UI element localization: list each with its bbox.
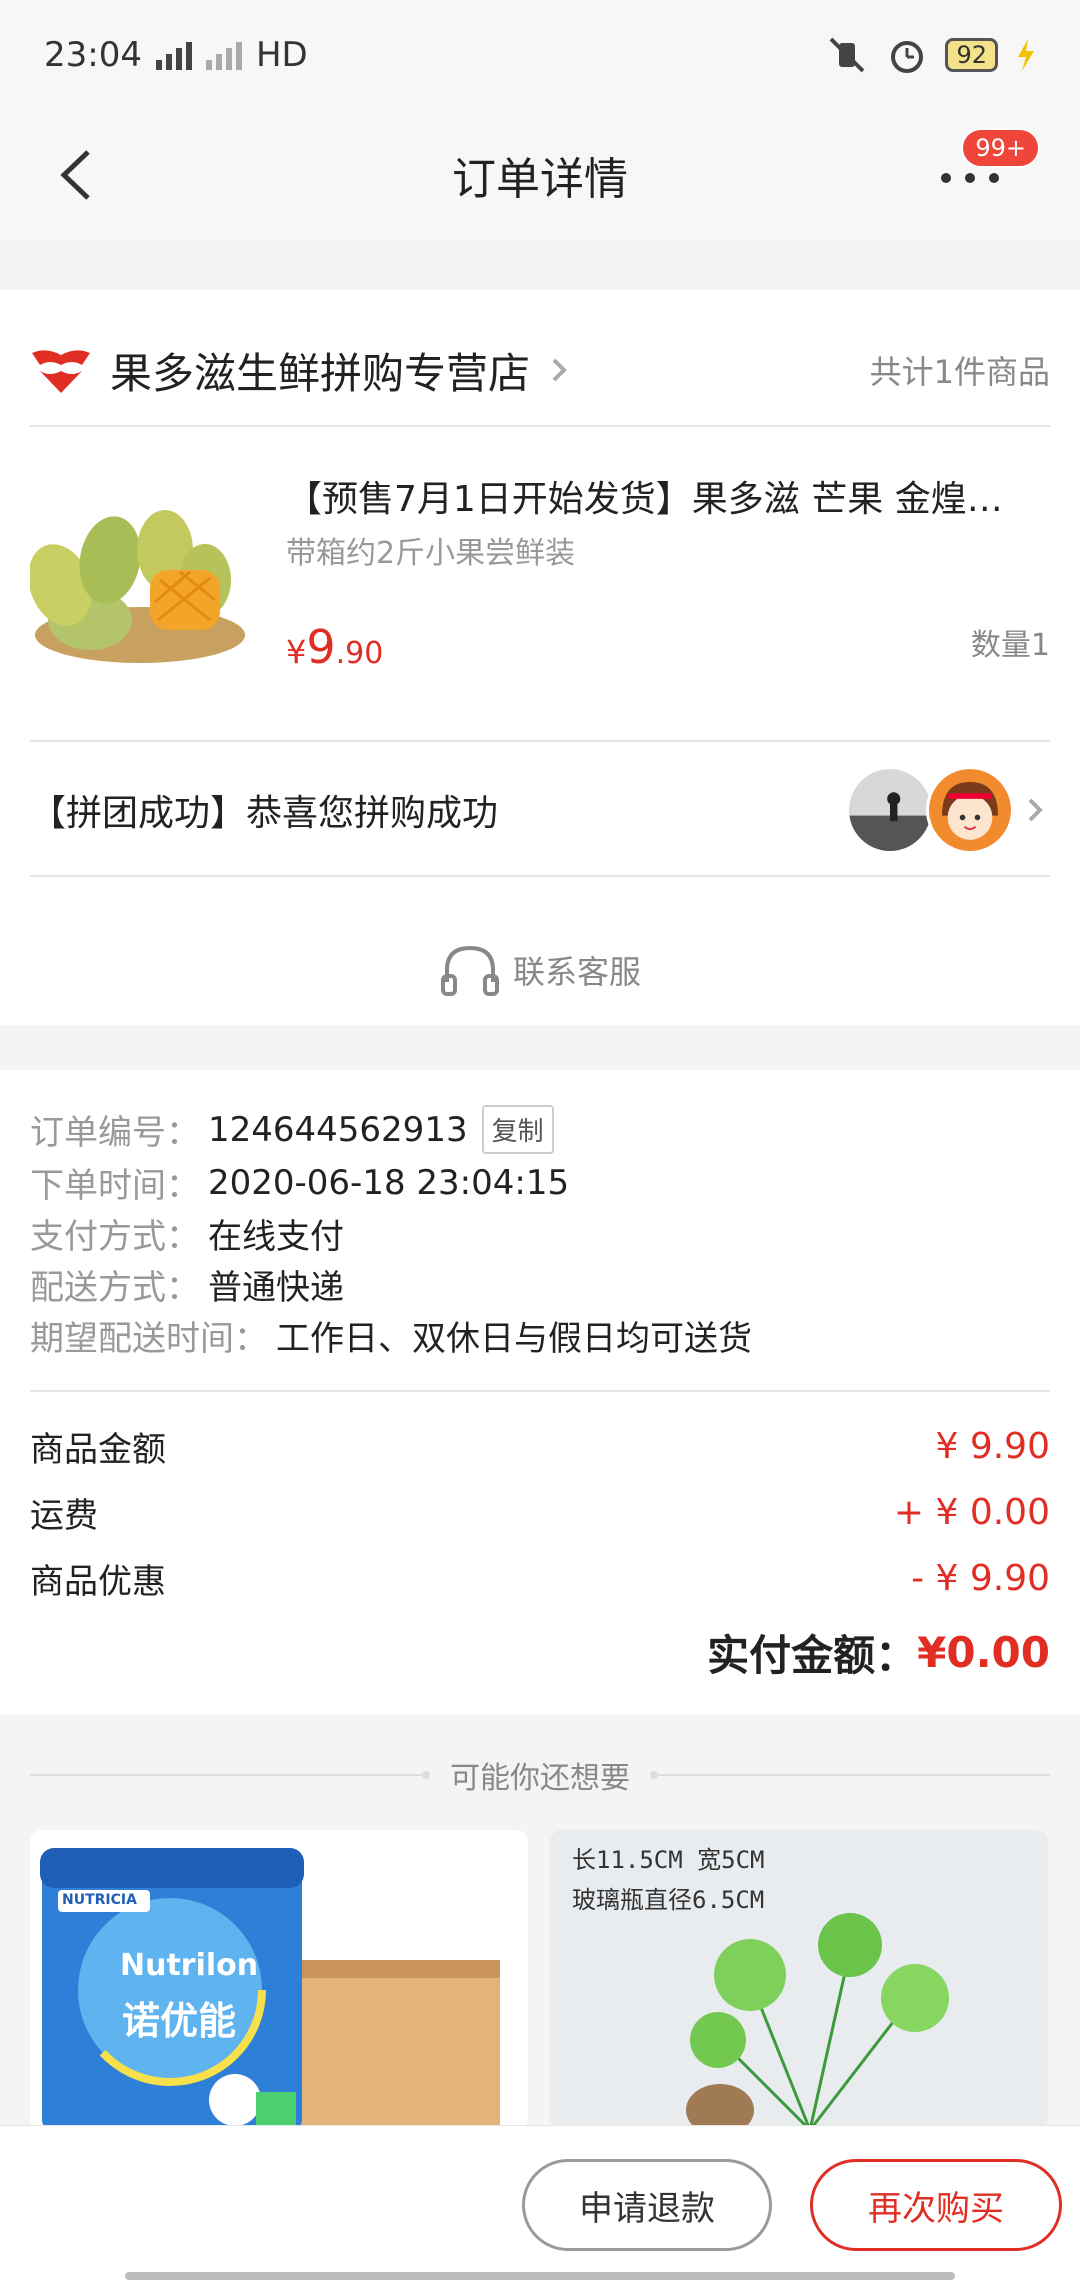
avatar (846, 766, 934, 854)
signal-icon-2 (205, 40, 242, 70)
order-number-label: 订单编号： (30, 1113, 200, 1153)
group-status-row[interactable]: 【拼团成功】恭喜您拼购成功 (30, 745, 1050, 875)
group-status-text: 【拼团成功】恭喜您拼购成功 (30, 793, 499, 834)
price-integer: 9 (306, 620, 336, 674)
refund-button[interactable]: 申请退款 (522, 2159, 772, 2251)
order-time-row: 下单时间： 2020-06-18 23:04:15 (30, 1158, 569, 1207)
goods-amount-row: 商品金额 ¥ 9.90 (30, 1422, 1050, 1471)
contact-service-label: 联系客服 (512, 953, 641, 991)
order-time: 2020-06-18 23:04:15 (208, 1162, 570, 1203)
store-logo-icon (32, 350, 90, 393)
chevron-right-icon (552, 358, 567, 382)
shipping-method: 普通快递 (208, 1268, 344, 1308)
status-time: 23:04 (44, 35, 142, 75)
freight-label: 运费 (30, 1496, 98, 1536)
formula-product-image (30, 1830, 528, 2130)
divider (658, 1774, 1050, 1776)
price-symbol: ¥ (286, 633, 307, 671)
plant-size-line-1: 长11.5CM 宽5CM (572, 1846, 765, 1874)
plant-size-line-2: 玻璃瓶直径6.5CM (572, 1886, 765, 1914)
back-icon[interactable] (50, 140, 110, 210)
total-paid-label: 实付金额： (707, 1631, 918, 1680)
discount-amount: - ¥ 9.90 (911, 1558, 1050, 1599)
order-time-label: 下单时间： (30, 1166, 200, 1206)
mute-vibrate-icon (830, 37, 865, 73)
freight-row: 运费 + ¥ 0.00 (30, 1488, 1050, 1537)
rebuy-button[interactable]: 再次购买 (810, 2159, 1062, 2251)
formula-brand: Nutrilon (120, 1948, 259, 1983)
shipping-label: 配送方式： (30, 1268, 200, 1308)
expected-delivery-row: 期望配送时间： 工作日、双休日与假日均可送货 (30, 1311, 752, 1360)
group-avatars (846, 766, 1014, 854)
product-image[interactable] (30, 460, 252, 682)
store-name: 果多滋生鲜拼购专营店 (110, 348, 531, 398)
formula-maker: NUTRICIA (62, 1892, 137, 1908)
price-decimal: .90 (335, 636, 384, 671)
discount-label: 商品优惠 (30, 1562, 166, 1602)
shipping-row: 配送方式： 普通快递 (30, 1260, 344, 1309)
order-info-card: 订单编号： 124644562913 复制 下单时间： 2020-06-18 2… (0, 1070, 1080, 1715)
item-count: 共计1件商品 (869, 353, 1050, 391)
chevron-right-icon (1028, 798, 1043, 822)
payment-row: 支付方式： 在线支付 (30, 1209, 344, 1258)
payment-label: 支付方式： (30, 1217, 200, 1257)
divider (30, 1390, 1050, 1392)
expected-delivery: 工作日、双休日与假日均可送货 (276, 1319, 752, 1359)
copy-button[interactable]: 复制 (481, 1105, 554, 1154)
signal-icon (155, 40, 192, 70)
formula-brand-cn: 诺优能 (122, 1999, 237, 2043)
store-row[interactable]: 果多滋生鲜拼购专营店 共计1件商品 (30, 320, 1050, 420)
product-title[interactable]: 【预售7月1日开始发货】果多滋 芒果 金煌… (286, 470, 1046, 522)
headset-icon (440, 945, 499, 996)
page-title: 订单详情 (452, 154, 628, 205)
payment-method: 在线支付 (208, 1217, 344, 1257)
nav-bar: 订单详情 99+ (0, 110, 1080, 240)
divider (30, 425, 1050, 427)
product-price: ¥ 9 .90 (286, 620, 383, 674)
recommend-title: 可能你还想要 (450, 1761, 630, 1796)
divider (30, 875, 1050, 877)
battery-icon: 92 (945, 38, 998, 72)
order-number-row: 订单编号： 124644562913 复制 (30, 1105, 554, 1154)
alarm-icon (891, 41, 924, 73)
contact-service-button[interactable]: 联系客服 (0, 915, 1080, 1025)
divider (30, 1774, 422, 1776)
order-number: 124644562913 (208, 1109, 468, 1150)
bottom-action-bar: 申请退款 再次购买 (0, 2125, 1080, 2280)
divider-dot (422, 1771, 430, 1779)
status-bar: 23:04 HD 92 (0, 0, 1080, 110)
order-product-card: 果多滋生鲜拼购专营店 共计1件商品 【预售7月1日开始发货】果多滋 芒果 金煌…… (0, 290, 1080, 1025)
product-subtitle: 带箱约2斤小果尝鲜装 (286, 536, 576, 571)
divider (30, 740, 1050, 742)
total-paid-row: 实付金额： ¥0.00 (707, 1622, 1050, 1683)
avatar (926, 766, 1014, 854)
home-indicator (125, 2272, 955, 2280)
total-paid: ¥0.00 (917, 1628, 1050, 1677)
divider-dot (650, 1771, 658, 1779)
freight-amount: + ¥ 0.00 (893, 1492, 1050, 1533)
recommend-item-plant[interactable]: 长11.5CM 宽5CM 玻璃瓶直径6.5CM (550, 1830, 1048, 2130)
goods-amount-label: 商品金额 (30, 1430, 166, 1470)
goods-amount: ¥ 9.90 (935, 1426, 1050, 1467)
expected-delivery-label: 期望配送时间： (30, 1319, 268, 1359)
plant-product-image (550, 1830, 1048, 2130)
recommend-header: 可能你还想要 (30, 1750, 1050, 1800)
discount-row: 商品优惠 - ¥ 9.90 (30, 1554, 1050, 1603)
notification-badge: 99+ (961, 128, 1040, 168)
network-label: HD (255, 35, 308, 75)
recommend-item-formula[interactable]: NUTRICIA Nutrilon 诺优能 (30, 1830, 528, 2130)
charging-icon (1018, 39, 1034, 71)
product-quantity: 数量1 (970, 628, 1050, 663)
